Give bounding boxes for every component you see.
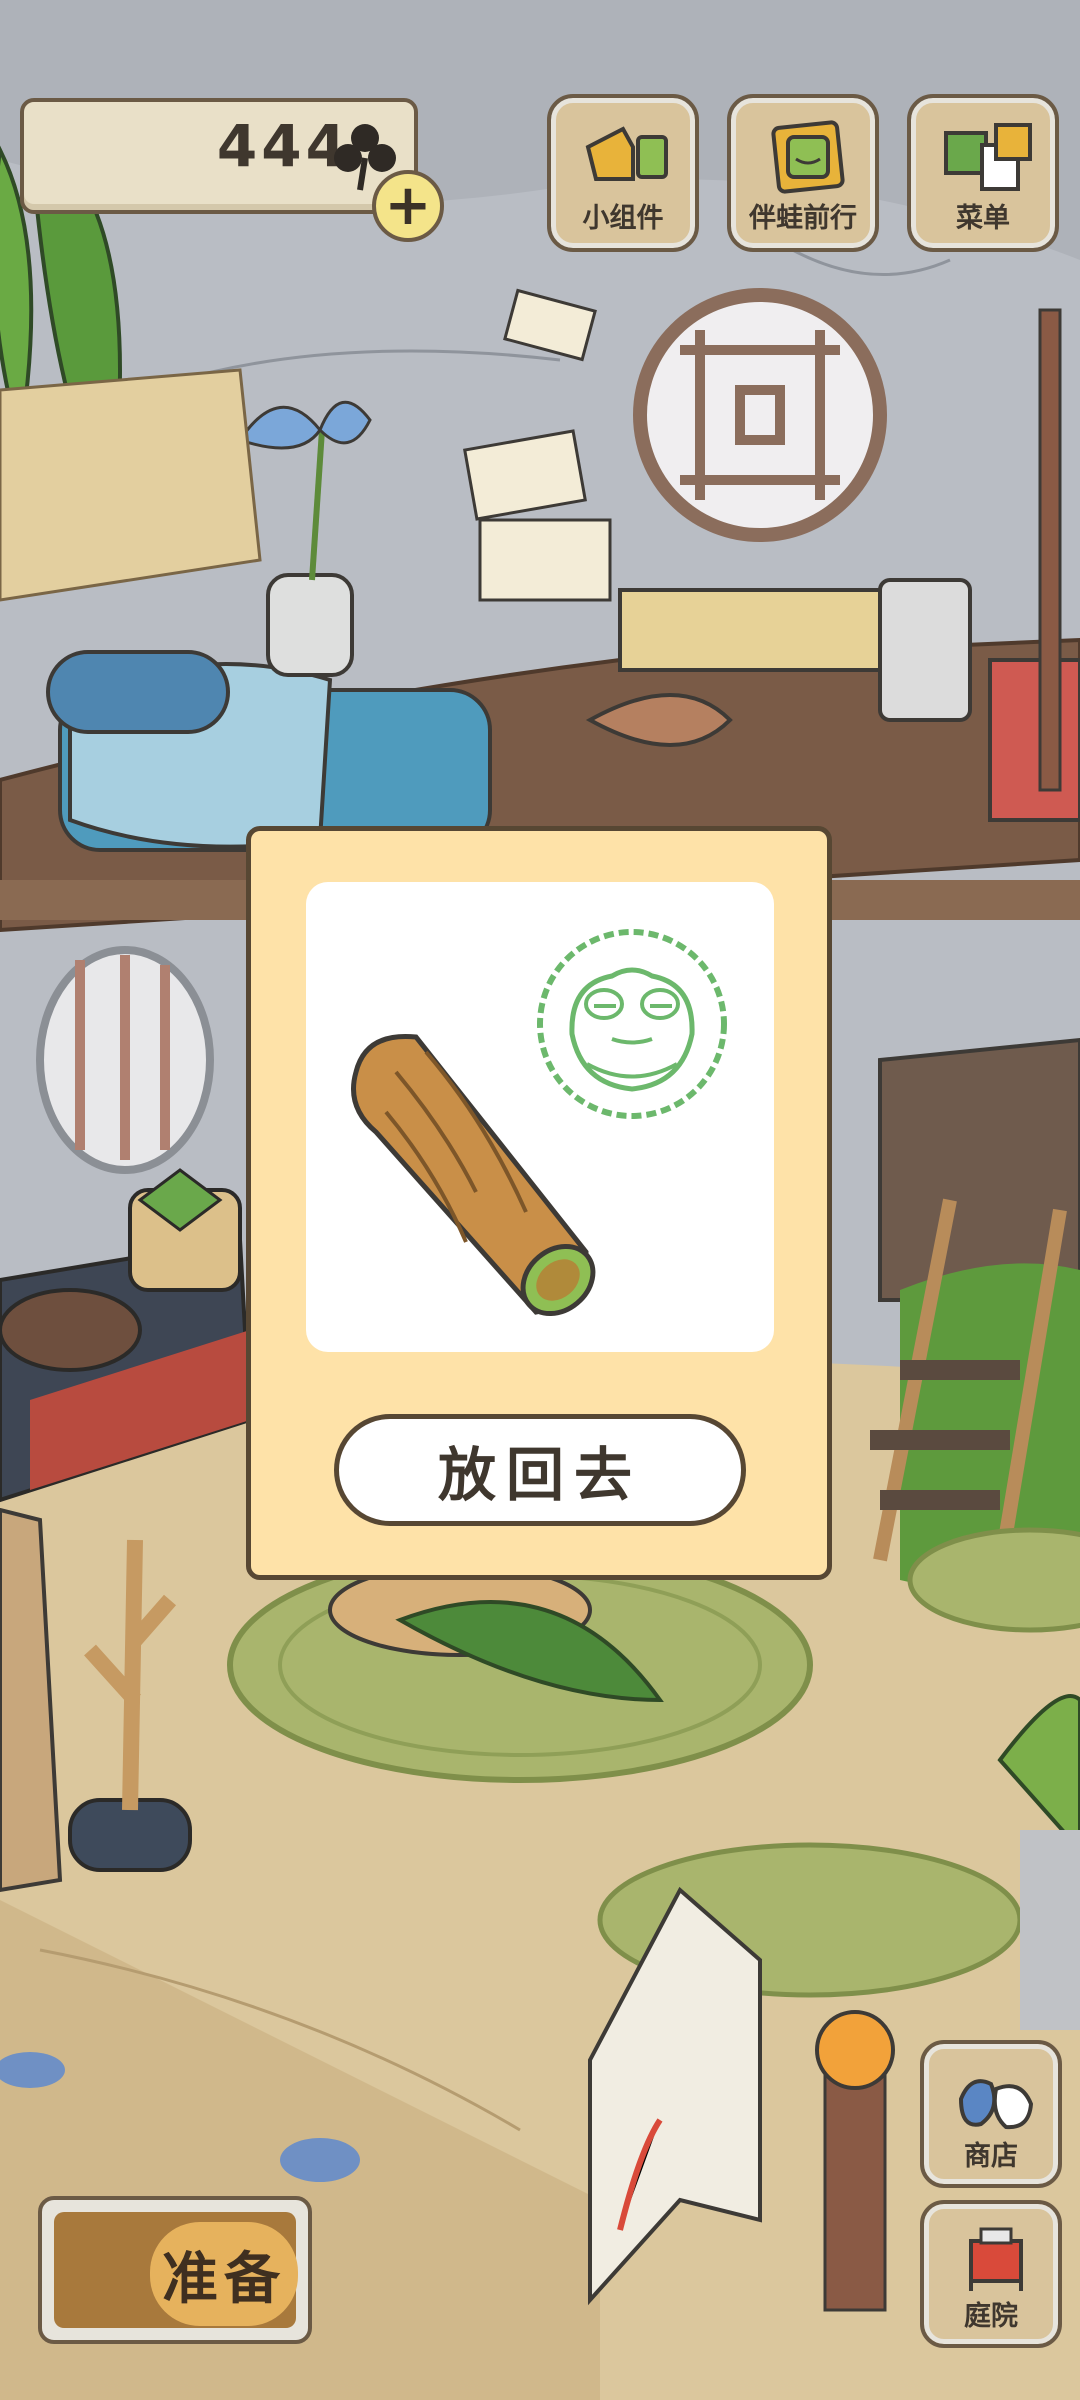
frog-companion-button[interactable]: 伴蛙前行	[727, 94, 879, 252]
menu-icon	[944, 123, 1032, 191]
item-card	[306, 882, 774, 1352]
menu-button[interactable]: 菜单	[907, 94, 1059, 252]
shop-icon	[958, 2079, 1034, 2130]
clover-count: 444	[216, 112, 350, 180]
plus-icon: +	[384, 173, 432, 238]
widget-button[interactable]: 小组件	[547, 94, 699, 252]
wooden-log-icon	[351, 1033, 596, 1317]
put-back-button[interactable]: 放回去	[334, 1414, 746, 1526]
frog-companion-icon	[771, 120, 845, 194]
garden-button[interactable]: 庭院	[920, 2200, 1062, 2348]
add-clover-button[interactable]: +	[372, 170, 444, 242]
garden-icon	[969, 2227, 1023, 2291]
prepare-label: 准备	[150, 2222, 298, 2326]
frog-companion-label: 伴蛙前行	[749, 203, 857, 234]
prepare-button[interactable]: 准备	[38, 2196, 312, 2344]
widget-label: 小组件	[582, 203, 664, 234]
shop-label: 商店	[964, 2141, 1018, 2172]
widget-icon	[585, 126, 668, 181]
garden-label: 庭院	[964, 2301, 1018, 2332]
shop-button[interactable]: 商店	[920, 2040, 1062, 2188]
menu-label: 菜单	[956, 203, 1010, 234]
